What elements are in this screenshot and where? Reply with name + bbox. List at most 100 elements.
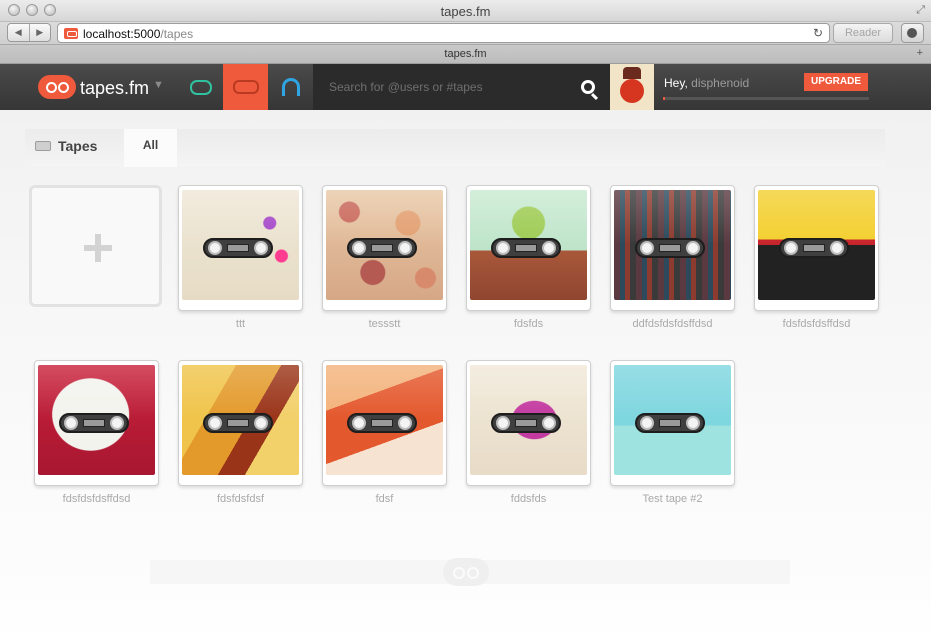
tape-name[interactable]: tessstt <box>322 318 447 330</box>
url-host: localhost:5000 <box>83 27 161 41</box>
speech-bubble-icon <box>189 79 212 95</box>
tape-case[interactable] <box>466 360 591 486</box>
tab-bar: tapes.fm + <box>0 44 931 64</box>
add-tape-button[interactable] <box>29 185 162 307</box>
app-navbar: tapes.fm ▼ Hey, disphenoid UPGRADE <box>0 64 931 110</box>
nav-tapes-button[interactable] <box>223 64 268 110</box>
cassette-icon <box>203 413 273 433</box>
tape-name[interactable]: fdsfdsfdsffdsd <box>754 318 879 330</box>
tape-tile[interactable]: fddsfds <box>466 360 591 505</box>
favicon-icon <box>64 28 78 39</box>
tape-name[interactable]: fdsfdsfdsf <box>178 493 303 505</box>
chevron-down-icon[interactable]: ▼ <box>153 79 164 91</box>
reader-button[interactable]: Reader <box>833 23 893 43</box>
greeting-label: Hey, <box>664 76 688 90</box>
cassette-window <box>227 244 249 252</box>
tape-tile[interactable]: fdsfdsfdsffdsd <box>754 185 879 330</box>
tape-case[interactable] <box>610 185 735 311</box>
cassette-window <box>227 419 249 427</box>
url-text[interactable]: localhost:5000/tapes <box>83 27 193 41</box>
browser-toolbar: ◀ ▶ localhost:5000/tapes ↻ Reader <box>0 22 931 44</box>
new-tab-icon[interactable]: + <box>917 47 923 59</box>
cassette-reel <box>254 416 268 430</box>
section-header: Tapes All <box>25 129 885 167</box>
tape-name[interactable]: fdsfds <box>466 318 591 330</box>
url-path: /tapes <box>160 27 194 41</box>
upgrade-button[interactable]: UPGRADE <box>804 73 868 91</box>
tape-case[interactable] <box>322 185 447 311</box>
username[interactable]: disphenoid <box>691 76 749 90</box>
tape-name[interactable]: fdsf <box>322 493 447 505</box>
tape-tile[interactable]: fdsfdsfdsf <box>178 360 303 505</box>
tape-tile[interactable]: fdsfds <box>466 185 591 330</box>
tab-title[interactable]: tapes.fm <box>0 48 931 60</box>
cassette-reel <box>208 241 222 255</box>
cassette-icon <box>203 238 273 258</box>
tape-tile[interactable]: fdsfdsfdsffdsd <box>34 360 159 505</box>
cassette-reel <box>686 416 700 430</box>
tape-tile[interactable]: Test tape #2 <box>610 360 735 505</box>
cassette-window <box>371 419 393 427</box>
cassette-reel <box>398 241 412 255</box>
tape-name[interactable]: Test tape #2 <box>610 493 735 505</box>
cassette-reel <box>352 416 366 430</box>
cassette-reel <box>686 241 700 255</box>
fullscreen-icon[interactable]: ⤢ <box>916 4 925 17</box>
tape-case[interactable] <box>322 360 447 486</box>
headphones-icon <box>281 78 300 96</box>
plus-icon <box>84 234 112 262</box>
cassette-reel <box>542 416 556 430</box>
address-bar[interactable]: localhost:5000/tapes ↻ <box>57 23 830 43</box>
search-button[interactable] <box>565 64 610 110</box>
tape-tile[interactable]: tessstt <box>322 185 447 330</box>
downloads-icon[interactable] <box>901 23 924 43</box>
cassette-icon <box>491 413 561 433</box>
tape-name[interactable]: fdsfdsfdsffdsd <box>34 493 159 505</box>
nav-listen-button[interactable] <box>268 64 313 110</box>
greeting: Hey, disphenoid <box>664 76 749 90</box>
tape-name[interactable]: ddfdsfdsfdsffdsd <box>610 318 735 330</box>
avatar[interactable] <box>610 64 654 110</box>
cassette-icon <box>59 413 129 433</box>
search-icon <box>580 80 595 94</box>
back-button[interactable]: ◀ <box>8 24 29 41</box>
tape-case[interactable] <box>754 185 879 311</box>
cassette-window <box>515 244 537 252</box>
tape-case[interactable] <box>610 360 735 486</box>
cassette-window <box>803 244 825 252</box>
cassette-icon <box>347 238 417 258</box>
search-input[interactable] <box>329 78 559 96</box>
cassette-reel <box>542 241 556 255</box>
cassette-reel <box>496 416 510 430</box>
cassette-icon <box>35 141 51 151</box>
tape-case[interactable] <box>466 185 591 311</box>
main-content: Tapes All ttt tessstt fdsfds ddfdsfdsfdsffd… <box>0 110 931 632</box>
nav-chat-button[interactable] <box>178 64 223 110</box>
tape-tile[interactable]: ttt <box>178 185 303 330</box>
tape-name[interactable]: fddsfds <box>466 493 591 505</box>
tape-tile[interactable]: fdsf <box>322 360 447 505</box>
tab-all[interactable]: All <box>124 129 177 167</box>
tape-tile[interactable]: ddfdsfdsfdsffdsd <box>610 185 735 330</box>
cassette-reel <box>398 416 412 430</box>
storage-progress <box>663 97 869 100</box>
section-title: Tapes <box>35 138 97 154</box>
cassette-reel <box>110 416 124 430</box>
tape-case[interactable] <box>178 360 303 486</box>
tape-name[interactable]: ttt <box>178 318 303 330</box>
cassette-reel <box>830 241 844 255</box>
history-nav: ◀ ▶ <box>7 23 51 42</box>
brand-logo[interactable]: tapes.fm ▼ <box>38 73 178 101</box>
tape-logo-icon <box>38 75 76 99</box>
cassette-icon <box>491 238 561 258</box>
tape-logo-icon <box>443 558 489 586</box>
cassette-icon <box>232 80 259 94</box>
tape-case[interactable] <box>178 185 303 311</box>
cassette-icon <box>635 238 705 258</box>
tape-case[interactable] <box>34 360 159 486</box>
reload-icon[interactable]: ↻ <box>813 26 823 40</box>
window-titlebar: tapes.fm ⤢ <box>0 0 931 22</box>
window-title: tapes.fm <box>440 4 491 19</box>
forward-button[interactable]: ▶ <box>28 24 51 41</box>
cassette-window <box>515 419 537 427</box>
